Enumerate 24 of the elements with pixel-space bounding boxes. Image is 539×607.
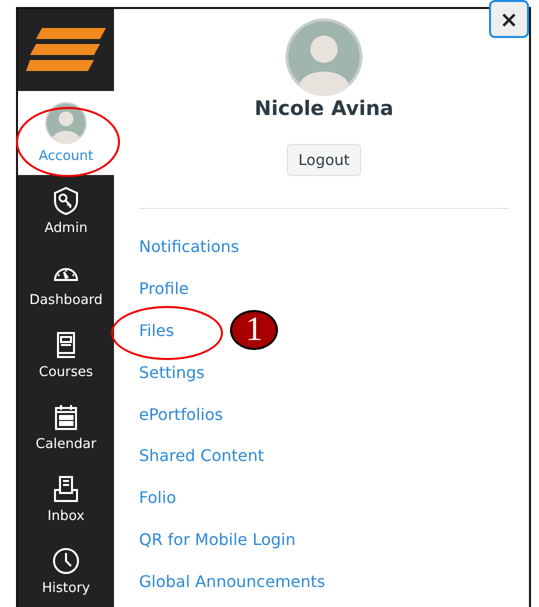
menu-link[interactable]: Shared Content (139, 446, 264, 466)
clock-icon (51, 546, 81, 576)
user-name: Nicole Avina (254, 96, 394, 120)
menu-link[interactable]: Files (139, 320, 174, 340)
step-badge: 1 (230, 310, 278, 350)
logout-button[interactable]: Logout (287, 144, 361, 176)
logo-icon[interactable] (26, 28, 106, 72)
sidebar-item[interactable]: Inbox (18, 463, 114, 535)
shield-key-icon (51, 186, 81, 216)
menu-link[interactable]: Profile (139, 279, 189, 298)
avatar-icon (45, 102, 87, 144)
menu-link[interactable]: QR for Mobile Login (139, 530, 296, 549)
menu-link[interactable]: ePortfolios (139, 404, 223, 424)
inbox-tray-icon (51, 474, 81, 504)
sidebar-item[interactable]: Calendar (18, 391, 114, 463)
sidebar-item[interactable]: Admin (18, 175, 114, 247)
menu-link[interactable]: Notifications (139, 237, 240, 256)
sidebar-item[interactable]: Dashboard (18, 247, 114, 319)
sidebar-item[interactable]: Courses (18, 319, 114, 391)
menu-link[interactable]: Settings (139, 362, 205, 382)
sidebar-item[interactable]: History (18, 535, 114, 607)
close-button[interactable]: × (489, 0, 529, 38)
menu-link[interactable]: Folio (139, 488, 176, 508)
menu-link[interactable]: Global Announcements (139, 572, 326, 591)
